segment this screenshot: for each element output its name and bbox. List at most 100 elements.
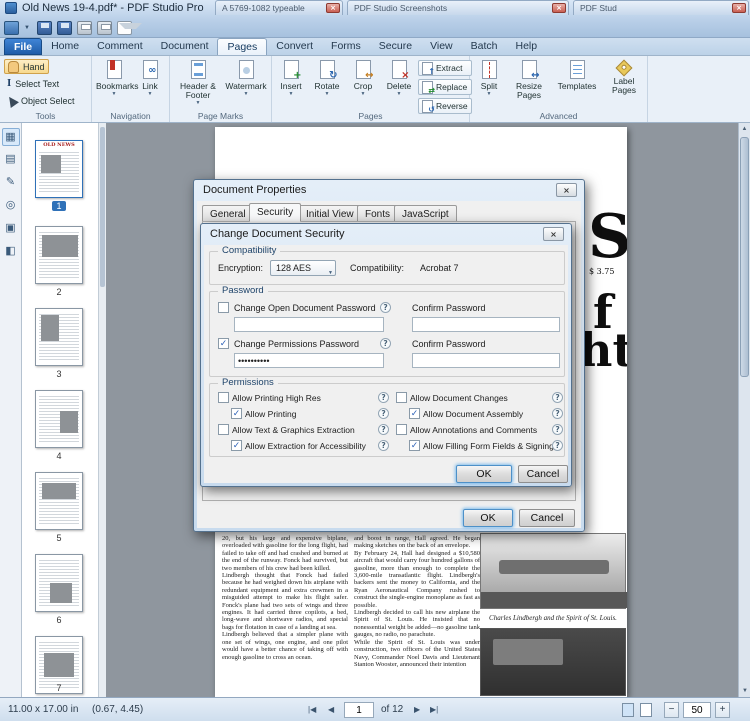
cancel-button[interactable]: Cancel (519, 509, 575, 527)
zoom-out-button[interactable]: − (664, 702, 679, 718)
page-number-7[interactable]: 7 (22, 683, 96, 693)
continuous-view-icon[interactable] (640, 703, 652, 717)
delete-pages-button[interactable]: × Delete ▼ (382, 59, 416, 117)
bookmarks-button[interactable]: Bookmarks ▼ (96, 59, 132, 117)
tab-javascript[interactable]: JavaScript (394, 205, 457, 222)
header-footer-button[interactable]: Header & Footer ▼ (174, 59, 222, 117)
select-text-button[interactable]: I Select Text (4, 76, 62, 91)
scroll-down-icon[interactable]: ▼ (739, 685, 750, 697)
help-icon[interactable]: ? (552, 440, 563, 451)
tab-document[interactable]: Document (152, 38, 218, 55)
allow-extraction-accessibility-checkbox[interactable]: ✓ (231, 440, 242, 451)
allow-document-assembly-checkbox[interactable]: ✓ (409, 408, 420, 419)
confirm-permissions-password-field[interactable] (412, 353, 560, 368)
page-thumbnail-1[interactable]: OLD NEWS (35, 140, 83, 198)
print-icon[interactable] (77, 21, 92, 35)
single-page-view-icon[interactable] (622, 703, 634, 717)
allow-printing-high-res-checkbox[interactable] (218, 392, 229, 403)
attachments-panel-icon[interactable]: ▣ (2, 220, 20, 238)
tab-file[interactable]: File (4, 38, 42, 55)
page-thumbnail-2[interactable] (35, 226, 83, 284)
templates-button[interactable]: Templates (554, 59, 600, 117)
label-pages-button[interactable]: Label Pages (604, 59, 644, 117)
ok-button[interactable]: OK (456, 465, 512, 483)
close-button[interactable]: × (543, 227, 564, 241)
last-page-button[interactable]: ▶| (430, 702, 438, 718)
tab-general[interactable]: General (202, 205, 254, 222)
ok-button[interactable]: OK (463, 509, 513, 527)
chevron-down-icon[interactable]: ▼ (24, 25, 32, 31)
close-icon[interactable]: × (552, 3, 566, 13)
page-number-6[interactable]: 6 (22, 615, 96, 625)
resize-pages-button[interactable]: ↔ Resize Pages (508, 59, 550, 117)
bookmarks-panel-icon[interactable]: ▤ (2, 151, 20, 169)
tab-initial-view[interactable]: Initial View (298, 205, 362, 222)
zoom-level-input[interactable] (683, 702, 711, 718)
crop-pages-button[interactable]: ↔ Crop ▼ (346, 59, 380, 117)
allow-filling-form-fields-checkbox[interactable]: ✓ (409, 440, 420, 451)
object-select-button[interactable]: Object Select (4, 93, 78, 108)
close-icon[interactable]: × (732, 3, 746, 13)
help-icon[interactable]: ? (378, 424, 389, 435)
print-setup-icon[interactable] (97, 21, 112, 35)
allow-printing-checkbox[interactable]: ✓ (231, 408, 242, 419)
first-page-button[interactable]: |◀ (308, 702, 316, 718)
close-button[interactable]: × (556, 183, 577, 197)
background-window[interactable]: PDF Stud × (573, 0, 749, 15)
tab-forms[interactable]: Forms (322, 38, 370, 55)
page-thumbnail-4[interactable] (35, 390, 83, 448)
permissions-password-checkbox[interactable]: ✓ (218, 338, 229, 349)
app-menu-icon[interactable] (4, 21, 19, 35)
help-icon[interactable]: ? (378, 440, 389, 451)
watermark-button[interactable]: Watermark ▼ (224, 59, 268, 117)
allow-text-graphics-extraction-checkbox[interactable] (218, 424, 229, 435)
background-window[interactable]: A 5769-1082 typeable × (215, 0, 343, 15)
encryption-select[interactable]: 128 AES ▼ (270, 260, 336, 276)
tab-view[interactable]: View (421, 38, 462, 55)
extract-pages-button[interactable]: ↑ Extract (418, 60, 472, 76)
page-number-5[interactable]: 5 (22, 533, 96, 543)
help-icon[interactable]: ? (380, 338, 391, 349)
tab-secure[interactable]: Secure (370, 38, 421, 55)
hand-tool-button[interactable]: Hand (4, 59, 49, 74)
link-button[interactable]: ∞ Link ▼ (134, 59, 166, 117)
previous-page-button[interactable]: ◀ (328, 702, 334, 718)
comments-panel-icon[interactable]: ◎ (2, 197, 20, 215)
titlebar[interactable]: Old News 19-4.pdf* - PDF Studio Pro A 57… (0, 0, 750, 38)
help-icon[interactable]: ? (552, 424, 563, 435)
help-icon[interactable]: ? (380, 302, 391, 313)
help-icon[interactable]: ? (378, 408, 389, 419)
thumbnails-scrollbar[interactable] (98, 123, 106, 697)
page-number-2[interactable]: 2 (22, 287, 96, 297)
close-icon[interactable]: × (326, 3, 340, 13)
tab-comment[interactable]: Comment (88, 38, 152, 55)
thumbnails-panel-icon[interactable]: ▦ (2, 128, 20, 146)
tab-batch[interactable]: Batch (462, 38, 507, 55)
scrollbar-thumb[interactable] (100, 127, 105, 287)
scrollbar-thumb[interactable] (740, 137, 749, 377)
replace-pages-button[interactable]: ⇄ Replace (418, 79, 472, 95)
allow-document-changes-checkbox[interactable] (396, 392, 407, 403)
split-button[interactable]: Split ▼ (474, 59, 504, 117)
help-icon[interactable]: ? (552, 408, 563, 419)
open-password-checkbox[interactable] (218, 302, 229, 313)
page-number-3[interactable]: 3 (22, 369, 96, 379)
open-password-field[interactable] (234, 317, 384, 332)
page-thumbnail-3[interactable] (35, 308, 83, 366)
scroll-up-icon[interactable]: ▲ (739, 123, 750, 135)
page-number-4[interactable]: 4 (22, 451, 96, 461)
insert-pages-button[interactable]: + Insert ▼ (274, 59, 308, 117)
permissions-password-field[interactable] (234, 353, 384, 368)
tab-fonts[interactable]: Fonts (357, 205, 398, 222)
layers-panel-icon[interactable]: ◧ (2, 243, 20, 261)
background-window[interactable]: PDF Studio Screenshots × (347, 0, 569, 15)
next-page-button[interactable]: ▶ (414, 702, 420, 718)
tab-home[interactable]: Home (42, 38, 88, 55)
tab-pages[interactable]: Pages (217, 38, 267, 55)
save-as-icon[interactable] (57, 21, 72, 35)
page-number-input[interactable] (344, 702, 374, 718)
save-icon[interactable] (37, 21, 52, 35)
help-icon[interactable]: ? (378, 392, 389, 403)
email-icon[interactable] (117, 21, 132, 35)
page-thumbnail-5[interactable] (35, 472, 83, 530)
